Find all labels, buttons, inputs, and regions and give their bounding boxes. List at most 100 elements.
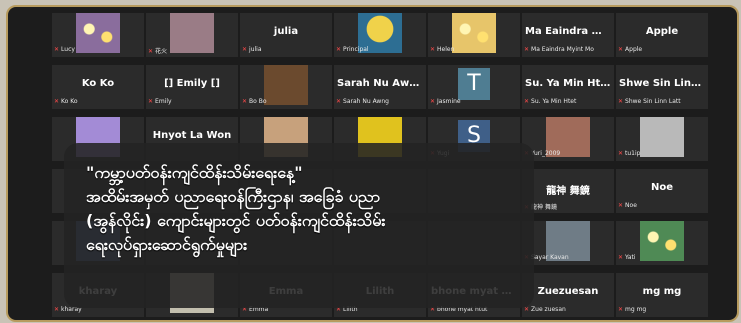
- mic-muted-icon: ✕: [54, 46, 60, 53]
- participant-initial: T: [458, 68, 490, 100]
- participant-label: ✕ Sarah Nu Awng: [336, 98, 424, 107]
- participant-tile[interactable]: mg mg ✕ mg mg: [616, 273, 708, 317]
- participant-name: Apple: [645, 26, 679, 37]
- participant-name: [] Emily []: [164, 78, 220, 89]
- participant-name: 龍神 舞鏡: [546, 186, 590, 197]
- participant-label: ✕ Ko Ko: [54, 98, 142, 107]
- participant-tile[interactable]: julia ✕ julia: [240, 13, 332, 57]
- mic-muted-icon: ✕: [618, 150, 624, 157]
- participant-tile[interactable]: ✕ tu1ip: [616, 117, 708, 161]
- video-gallery: ✕ Lucy ✕ 花火 julia ✕ julia ✕ Principal ✕ Helen Ma Ea…: [6, 5, 739, 322]
- mic-muted-icon: ✕: [524, 46, 530, 53]
- participant-footer-name: Sayar Kavan: [531, 254, 569, 261]
- participant-label: ✕Yuri_2009: [524, 150, 612, 159]
- mic-muted-icon: ✕: [430, 46, 436, 53]
- caption-line-4: ရေးလုပ်ရှားဆောင်ရွက်မှုများ: [86, 235, 248, 254]
- mic-muted-icon: ✕: [54, 98, 60, 105]
- mic-muted-icon: ✕: [618, 98, 624, 105]
- participant-tile[interactable]: Ma Eaindra Myi... ✕ Ma Eaindra Myint Mo: [522, 13, 614, 57]
- participant-footer-name: Sarah Nu Awng: [343, 98, 389, 105]
- mic-muted-icon: ✕: [618, 254, 624, 261]
- caption-text: "ကမ္ဘာ့ပတ်ဝန်းကျင်ထိန်းသိမ်းရေးနေ့" အထိမ…: [86, 161, 526, 257]
- participant-label: ✕ Lucy: [54, 46, 142, 55]
- participant-label: ✕ julia: [242, 46, 330, 55]
- participant-name: Noe: [650, 182, 674, 193]
- participant-footer-name: Apple: [625, 46, 643, 53]
- participant-label: ✕ tu1ip: [618, 150, 706, 159]
- caption-line-3: (အွန်လိုင်း) ကျောင်းများတွင် ပတ်ဝန်းကျင်…: [86, 211, 386, 230]
- participant-footer-name: Zue zuesan: [531, 306, 566, 313]
- participant-footer-name: Su. Ya Min Htet: [531, 98, 577, 105]
- mic-muted-icon: ✕: [618, 306, 624, 313]
- caption-line-1: "ကမ္ဘာ့ပတ်ဝန်းကျင်ထိန်းသိမ်းရေးနေ့": [86, 163, 303, 182]
- mic-muted-icon: ✕: [148, 48, 154, 55]
- participant-tile[interactable]: Ko Ko ✕ Ko Ko: [52, 65, 144, 109]
- participant-label: ✕ Principal: [336, 46, 424, 55]
- participant-tile[interactable]: Su. Ya Min Htet ✕ Su. Ya Min Htet: [522, 65, 614, 109]
- participant-footer-name: Lucy: [61, 46, 75, 53]
- participant-footer-name: Ko Ko: [61, 98, 78, 105]
- participant-name: Zuezuesan: [537, 286, 599, 297]
- participant-tile[interactable]: Zuezuesan ✕ Zue zuesan: [522, 273, 614, 317]
- participant-name: Hnyot La Won: [152, 130, 232, 141]
- participant-footer-name: tu1ip: [625, 150, 641, 157]
- participant-footer-name: julia: [249, 46, 262, 53]
- participant-tile[interactable]: Shwe Sin Linn L... ✕Shwe Sin Linn Latt: [616, 65, 708, 109]
- participant-label: ✕ Apple: [618, 46, 706, 55]
- mic-muted-icon: ✕: [242, 46, 248, 53]
- participant-tile[interactable]: ✕Yuri_2009: [522, 117, 614, 161]
- participant-label: ✕ Zue zuesan: [524, 306, 612, 315]
- participant-footer-name: 花火: [155, 48, 168, 55]
- participant-tile[interactable]: ✕ Principal: [334, 13, 426, 57]
- participant-label: ✕ Su. Ya Min Htet: [524, 98, 612, 107]
- mic-muted-icon: ✕: [54, 306, 60, 313]
- participant-tile[interactable]: ✕ Lucy: [52, 13, 144, 57]
- participant-footer-name: Jasmine: [437, 98, 461, 105]
- participant-label: ✕ Yati: [618, 254, 706, 263]
- participant-footer-name: Principal: [343, 46, 369, 53]
- participant-tile[interactable]: Sarah Nu Awng ✕ Sarah Nu Awng: [334, 65, 426, 109]
- screenshot-frame: ✕ Lucy ✕ 花火 julia ✕ julia ✕ Principal ✕ Helen Ma Ea…: [0, 0, 741, 323]
- participant-tile[interactable]: ✕ Helen: [428, 13, 520, 57]
- participant-label: ✕Sayar Kavan: [524, 254, 612, 263]
- participant-footer-name: Bo Bo: [249, 98, 267, 105]
- participant-name: Ko Ko: [81, 78, 115, 89]
- mic-muted-icon: ✕: [242, 98, 248, 105]
- participant-name: Ma Eaindra Myi...: [525, 26, 614, 37]
- participant-footer-name: Noe: [625, 202, 637, 209]
- participant-tile[interactable]: ✕ Yati: [616, 221, 708, 265]
- participant-name: Shwe Sin Linn L...: [619, 78, 708, 89]
- participant-tile[interactable]: ✕ Bo Bo: [240, 65, 332, 109]
- participant-name: Sarah Nu Awng: [337, 78, 424, 89]
- participant-label: ✕ 花火: [148, 46, 236, 55]
- participant-tile[interactable]: ✕ 花火: [146, 13, 238, 57]
- participant-tile[interactable]: 龍神 舞鏡✕龍神 舞鏡: [522, 169, 614, 213]
- participant-label: ✕ Helen: [430, 46, 518, 55]
- participant-label: ✕ Bo Bo: [242, 98, 330, 107]
- participant-tile[interactable]: ✕Sayar Kavan: [522, 221, 614, 265]
- participant-label: ✕ mg mg: [618, 306, 706, 315]
- mic-muted-icon: ✕: [336, 98, 342, 105]
- participant-label: ✕ Emily: [148, 98, 236, 107]
- participant-footer-name: Helen: [437, 46, 455, 53]
- participant-name: Su. Ya Min Htet: [525, 78, 612, 89]
- participant-label: ✕ Noe: [618, 202, 706, 211]
- participant-label: ✕ Shwe Sin Linn Latt: [618, 98, 706, 107]
- participant-name: julia: [273, 26, 299, 37]
- participant-footer-name: Ma Eaindra Myint Mo: [531, 46, 594, 53]
- participant-footer-name: mg mg: [625, 306, 647, 313]
- mic-muted-icon: ✕: [336, 46, 342, 53]
- mic-muted-icon: ✕: [524, 98, 530, 105]
- mic-muted-icon: ✕: [430, 98, 436, 105]
- participant-footer-name: Emily: [155, 98, 172, 105]
- participant-tile[interactable]: T ✕ Jasmine: [428, 65, 520, 109]
- participant-footer-name: 龍神 舞鏡: [531, 204, 557, 211]
- mic-muted-icon: ✕: [148, 98, 154, 105]
- participant-name: mg mg: [642, 286, 682, 297]
- participant-footer-name: Yati: [625, 254, 636, 261]
- mic-muted-icon: ✕: [618, 202, 624, 209]
- participant-tile[interactable]: [] Emily [] ✕ Emily: [146, 65, 238, 109]
- participant-tile[interactable]: Apple ✕ Apple: [616, 13, 708, 57]
- participant-tile[interactable]: Noe ✕ Noe: [616, 169, 708, 213]
- participant-label: ✕龍神 舞鏡: [524, 202, 612, 211]
